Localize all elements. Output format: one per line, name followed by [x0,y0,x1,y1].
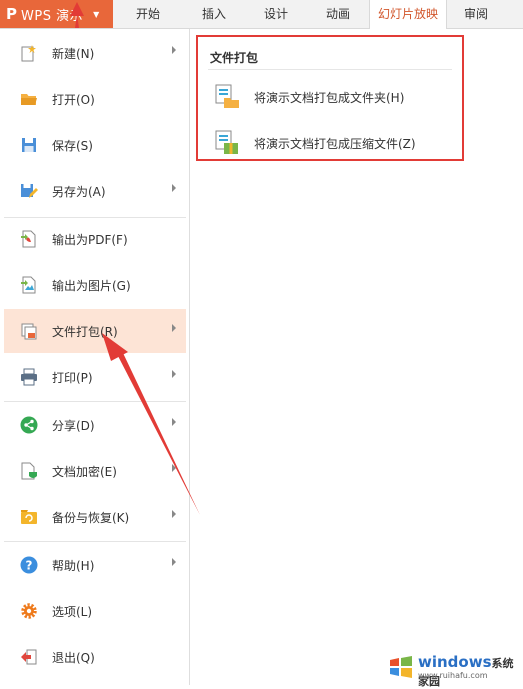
tab-animation[interactable]: 动画 [307,0,369,28]
tab-insert[interactable]: 插入 [183,0,245,28]
new-file-icon [21,45,36,62]
menu-item-package[interactable]: 文件打包(R) [4,309,186,353]
menu-item-label: 备份与恢复(K) [52,511,130,525]
menu-item-new[interactable]: 新建(N) [4,31,186,75]
package-zip-icon [215,130,238,154]
package-to-zip-option[interactable]: 将演示文档打包成压缩文件(Z) [214,127,454,157]
submenu-arrow-icon [172,418,176,426]
save-as-icon [21,184,38,198]
printer-icon [21,368,37,386]
menu-item-export-pdf[interactable]: 输出为PDF(F) [4,217,186,261]
tab-design[interactable]: 设计 [245,0,307,28]
watermark-url: www.ruihafu.com [418,671,488,680]
menu-item-label: 选项(L) [52,605,93,619]
file-menu: 新建(N) 打开(O) 保存(S) 另存为(A) 输出为PDF(F) 输出为图片… [0,29,190,685]
menu-item-print[interactable]: 打印(P) [4,355,186,399]
app-title: WPS 演示 [21,8,84,24]
menu-divider [4,541,186,542]
menu-item-save[interactable]: 保存(S) [4,123,186,167]
submenu-arrow-icon [172,184,176,192]
tab-slideshow[interactable]: 幻灯片放映 [369,0,447,29]
menu-item-save-as[interactable]: 另存为(A) [4,169,186,213]
pdf-export-icon [21,230,36,248]
package-to-folder-option[interactable]: 将演示文档打包成文件夹(H) [214,81,454,111]
tab-home[interactable]: 开始 [113,0,183,28]
windows-logo-icon [390,656,412,678]
submenu-arrow-icon [172,558,176,566]
package-folder-icon [215,84,239,108]
wps-logo-icon: P [6,5,17,23]
highlight-box: 文件打包 将演示文档打包成文件夹(H) 将演示文档打包成压缩文件(Z) [196,35,464,161]
menu-item-help[interactable]: ? 帮助(H) [4,543,186,587]
package-submenu-panel: 文件打包 将演示文档打包成文件夹(H) 将演示文档打包成压缩文件(Z) [190,29,523,685]
submenu-arrow-icon [172,46,176,54]
top-bar: P WPS 演示 ▼ 开始 插入 设计 动画 幻灯片放映 审阅 [0,0,523,29]
menu-item-encrypt[interactable]: 文档加密(E) [4,449,186,493]
option-label: 将演示文档打包成压缩文件(Z) [254,137,416,151]
menu-item-label: 分享(D) [52,419,95,433]
backup-icon [21,510,37,524]
menu-item-label: 新建(N) [52,47,95,61]
submenu-arrow-icon [172,510,176,518]
submenu-divider [208,69,452,70]
menu-item-label: 输出为PDF(F) [52,233,128,247]
menu-item-open[interactable]: 打开(O) [4,77,186,121]
menu-item-backup-restore[interactable]: 备份与恢复(K) [4,495,186,539]
chevron-down-icon: ▼ [93,9,100,19]
save-icon [22,138,36,152]
menu-item-label: 保存(S) [52,139,93,153]
menu-item-label: 输出为图片(G) [52,279,131,293]
submenu-title: 文件打包 [210,51,259,65]
ribbon-tabs: 开始 插入 设计 动画 幻灯片放映 审阅 [113,0,505,29]
encrypt-icon [21,462,37,480]
menu-divider [4,401,186,402]
menu-item-export-image[interactable]: 输出为图片(G) [4,263,186,307]
tab-review[interactable]: 审阅 [447,0,505,28]
menu-item-exit[interactable]: 退出(Q) [4,635,186,679]
menu-item-label: 退出(Q) [52,651,95,665]
share-icon [20,416,38,434]
svg-text:?: ? [26,559,33,573]
menu-item-share[interactable]: 分享(D) [4,403,186,447]
options-gear-icon [21,603,37,619]
menu-item-options[interactable]: 选项(L) [4,589,186,633]
menu-item-label: 文档加密(E) [52,465,117,479]
exit-icon [21,649,37,665]
menu-item-label: 打印(P) [52,371,93,385]
menu-item-label: 打开(O) [52,93,95,107]
open-folder-icon [21,94,37,105]
help-icon: ? [20,556,38,574]
submenu-arrow-icon [172,370,176,378]
menu-item-label: 另存为(A) [52,185,106,199]
wps-app-menu-button[interactable]: P WPS 演示 ▼ [0,0,113,28]
menu-item-label: 帮助(H) [52,559,95,573]
watermark-logo: windows系统家园 www.ruihafu.com [388,652,518,688]
submenu-arrow-icon [172,464,176,472]
submenu-arrow-icon [172,324,176,332]
menu-item-label: 文件打包(R) [52,325,118,339]
image-export-icon [21,276,36,294]
package-icon [21,323,37,340]
option-label: 将演示文档打包成文件夹(H) [254,91,405,105]
